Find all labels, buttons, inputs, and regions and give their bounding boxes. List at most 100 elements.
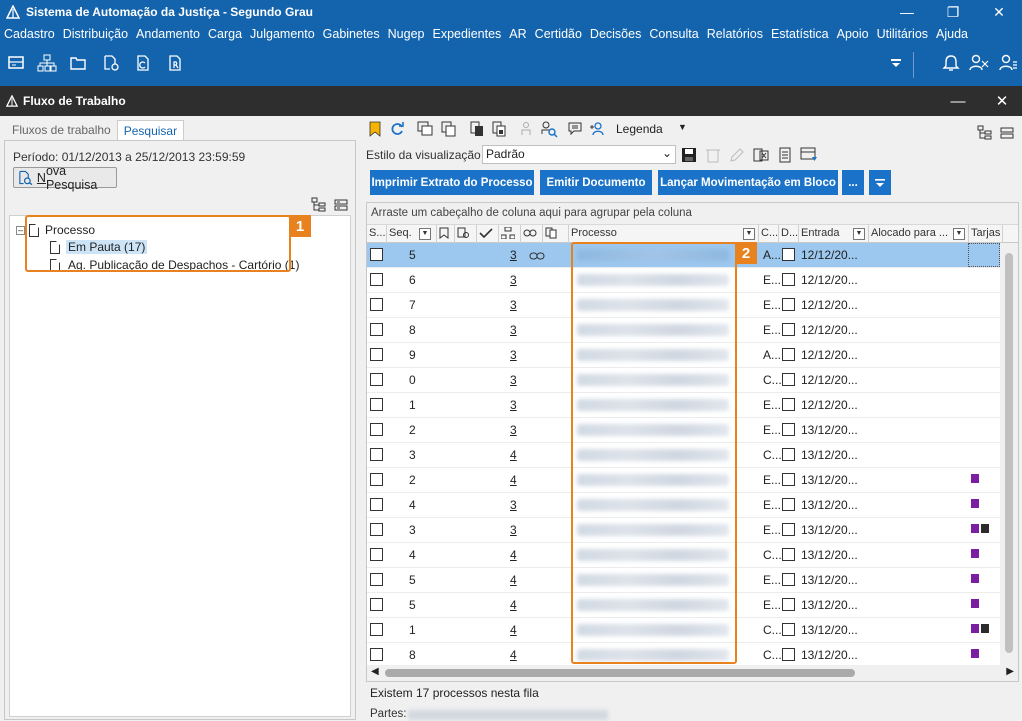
save-icon[interactable] [680,146,698,164]
duplicate-icon[interactable] [440,120,458,138]
restore-button[interactable]: ❐ [930,0,976,24]
panel-close-button[interactable]: ✕ [990,89,1014,113]
count-link[interactable]: 4 [510,548,517,562]
row-checkbox[interactable] [370,448,383,461]
col-header-c[interactable]: C... [759,225,779,243]
count-link[interactable]: 4 [510,573,517,587]
count-link[interactable]: 4 [510,648,517,662]
menu-item-relatorios[interactable]: Relatórios [703,27,767,41]
row-checkbox[interactable] [370,473,383,486]
d-checkbox[interactable] [782,598,795,611]
save-copy-icon[interactable] [490,120,508,138]
row-checkbox[interactable] [370,348,383,361]
menu-item-apoio[interactable]: Apoio [833,27,873,41]
folder-icon[interactable] [67,52,89,74]
col-header-processo[interactable]: Processo ▼ [569,225,759,243]
menu-item-cadastro[interactable]: Cadastro [0,27,59,41]
close-button[interactable]: ✕ [976,0,1022,24]
bookmark-icon[interactable] [366,120,384,138]
col-header-flag[interactable] [437,225,455,243]
d-checkbox[interactable] [782,398,795,411]
d-checkbox[interactable] [782,648,795,661]
col-header-tarjas[interactable]: Tarjas [969,225,1003,243]
print-extract-button[interactable]: Imprimir Extrato do Processo [370,170,534,195]
horizontal-scrollbar[interactable]: ◀ ▶ [367,665,1018,681]
pc-icon[interactable] [5,52,27,74]
d-checkbox[interactable] [782,348,795,361]
col-header-d[interactable]: D... [779,225,799,243]
export-excel-icon[interactable] [752,146,770,164]
count-link[interactable]: 3 [510,423,517,437]
filter-icon[interactable]: ▼ [743,228,755,240]
copy-window-icon[interactable] [416,120,434,138]
d-checkbox[interactable] [782,248,795,261]
menu-item-andamento[interactable]: Andamento [132,27,204,41]
expand-tree-icon[interactable] [976,124,994,142]
view-style-select[interactable]: Padrão ⌄ [482,145,676,164]
doc-c-icon[interactable] [132,52,154,74]
count-link[interactable]: 3 [510,273,517,287]
refresh-icon[interactable] [388,120,406,138]
col-header-check[interactable] [477,225,499,243]
transfer-doc-icon[interactable] [468,120,486,138]
col-header-entrada[interactable]: Entrada ▼ [799,225,869,243]
col-header-seq[interactable]: Seq. ▼ [387,225,437,243]
d-checkbox[interactable] [782,323,795,336]
users-icon[interactable] [968,52,990,74]
filter-icon[interactable]: ▼ [953,228,965,240]
filter-icon[interactable]: ▼ [853,228,865,240]
col-header-docs[interactable] [455,225,477,243]
menu-item-ajuda[interactable]: Ajuda [932,27,972,41]
row-checkbox[interactable] [370,523,383,536]
d-checkbox[interactable] [782,523,795,536]
count-link[interactable]: 4 [510,448,517,462]
minimize-button[interactable]: — [884,0,930,24]
dropdown-arrow-icon[interactable] [885,52,907,74]
settings-doc-icon[interactable] [100,52,122,74]
row-checkbox[interactable] [370,298,383,311]
col-header-link[interactable] [521,225,543,243]
d-checkbox[interactable] [782,548,795,561]
d-checkbox[interactable] [782,298,795,311]
row-checkbox[interactable] [370,323,383,336]
menu-item-expedientes[interactable]: Expedientes [428,27,505,41]
menu-item-estatistica[interactable]: Estatística [767,27,833,41]
count-link[interactable]: 4 [510,598,517,612]
d-checkbox[interactable] [782,448,795,461]
link-icon[interactable] [529,251,545,261]
row-checkbox[interactable] [370,623,383,636]
col-header-copy[interactable] [543,225,569,243]
count-link[interactable]: 3 [510,398,517,412]
legend-dropdown-icon[interactable]: ▼ [678,122,687,132]
d-checkbox[interactable] [782,473,795,486]
collapse-tree-icon[interactable] [333,197,349,213]
d-checkbox[interactable] [782,423,795,436]
row-checkbox[interactable] [370,548,383,561]
bell-icon[interactable] [940,52,962,74]
col-header-hierarchy[interactable] [499,225,521,243]
menu-item-carga[interactable]: Carga [204,27,246,41]
bulk-movement-button[interactable]: Lançar Movimentação em Bloco [658,170,838,195]
count-link[interactable]: 3 [510,373,517,387]
scroll-right-icon[interactable]: ▶ [1006,666,1014,677]
row-checkbox[interactable] [370,498,383,511]
menu-item-consulta[interactable]: Consulta [645,27,702,41]
row-checkbox[interactable] [370,648,383,661]
row-checkbox[interactable] [370,423,383,436]
d-checkbox[interactable] [782,273,795,286]
row-checkbox[interactable] [370,373,383,386]
user-menu-icon[interactable] [997,52,1019,74]
menu-item-distribuicao[interactable]: Distribuição [59,27,132,41]
row-checkbox[interactable] [370,273,383,286]
tab-pesquisar[interactable]: Pesquisar [116,120,185,140]
d-checkbox[interactable] [782,573,795,586]
count-link[interactable]: 4 [510,623,517,637]
count-link[interactable]: 3 [510,248,517,262]
search-person-icon[interactable] [540,120,558,138]
menu-item-ar[interactable]: AR [505,27,530,41]
col-header-s[interactable]: S... [367,225,387,243]
count-link[interactable]: 3 [510,323,517,337]
count-link[interactable]: 3 [510,523,517,537]
expand-tree-icon[interactable] [311,197,327,213]
tab-fluxos-de-trabalho[interactable]: Fluxos de trabalho [6,120,117,140]
